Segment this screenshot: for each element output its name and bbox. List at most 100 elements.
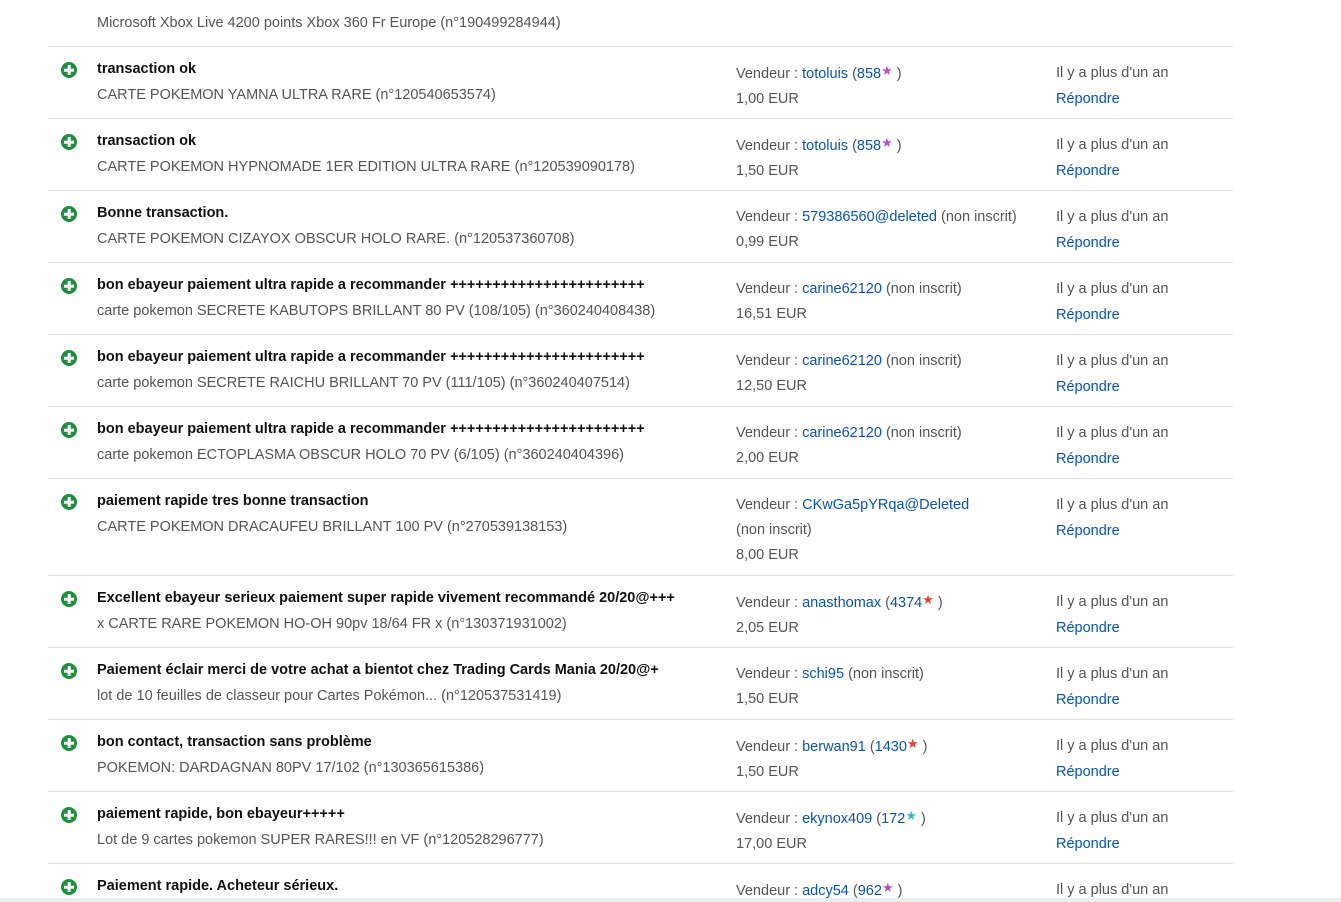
feedback-score-link[interactable]: 4374 bbox=[890, 595, 922, 611]
seller-link[interactable]: ekynox409 bbox=[802, 811, 872, 827]
seller-link[interactable]: totoluis bbox=[802, 66, 848, 82]
positive-rating-icon bbox=[61, 422, 77, 438]
seller-line: Vendeur : carine62120 (non inscrit) bbox=[736, 349, 1041, 374]
seller-link[interactable]: adcy54 bbox=[802, 883, 849, 899]
item-title: Microsoft Xbox Live 4200 points Xbox 360… bbox=[97, 15, 561, 31]
feedback-row: transaction ok CARTE POKEMON HYPNOMADE 1E… bbox=[48, 119, 1233, 191]
reply-link[interactable]: Répondre bbox=[1056, 87, 1168, 112]
horizontal-scrollbar[interactable] bbox=[0, 898, 1341, 902]
reply-link[interactable]: Répondre bbox=[1056, 375, 1168, 400]
date-reply: Il y a plus d'un an Répondre bbox=[1056, 349, 1168, 400]
reply-link[interactable]: Répondre bbox=[1056, 832, 1168, 857]
feedback-date: Il y a plus d'un an bbox=[1056, 594, 1169, 610]
feedback-row: transaction ok CARTE POKEMON YAMNA ULTRA … bbox=[48, 47, 1233, 119]
reply-link[interactable]: Répondre bbox=[1056, 159, 1168, 184]
feedback-star-icon: ★ bbox=[905, 808, 917, 823]
seller-info: Vendeur : carine62120 (non inscrit) 12,50… bbox=[736, 349, 1041, 399]
feedback-date: Il y a plus d'un an bbox=[1056, 137, 1169, 153]
seller-link[interactable]: berwan91 bbox=[802, 739, 866, 755]
reply-link[interactable]: Répondre bbox=[1056, 688, 1168, 713]
feedback-comment: Excellent ebayeur serieux paiement super… bbox=[97, 590, 675, 606]
feedback-comment: transaction ok bbox=[97, 133, 197, 149]
not-registered-label: (non inscrit) bbox=[885, 281, 962, 297]
feedback-comment: Paiement éclair merci de votre achat a b… bbox=[97, 662, 659, 678]
positive-rating-icon bbox=[61, 735, 77, 751]
seller-info: Vendeur : ekynox409 (172★ ) 17,00 EUR bbox=[736, 806, 1041, 857]
seller-line: Vendeur : anasthomax (4374★ ) bbox=[736, 592, 943, 611]
seller-line: Vendeur : ekynox409 (172★ ) bbox=[736, 808, 926, 827]
positive-rating-icon bbox=[61, 350, 77, 366]
feedback-comment: bon ebayeur paiement ultra rapide a reco… bbox=[97, 421, 645, 437]
seller-link[interactable]: anasthomax bbox=[802, 595, 881, 611]
reply-link[interactable]: Répondre bbox=[1056, 616, 1168, 641]
seller-line: Vendeur : CKwGa5pYRqa@Deleted bbox=[736, 493, 1041, 518]
seller-link[interactable]: CKwGa5pYRqa@Deleted bbox=[802, 497, 969, 513]
reply-link[interactable]: Répondre bbox=[1056, 760, 1168, 785]
feedback-score-link[interactable]: 962 bbox=[858, 883, 882, 899]
seller-link[interactable]: 579386560@deleted bbox=[802, 209, 937, 225]
feedback-row: Excellent ebayeur serieux paiement super… bbox=[48, 576, 1233, 648]
feedback-row: Paiement rapide. Acheteur sérieux.Carte … bbox=[48, 864, 1233, 902]
seller-info: Vendeur : berwan91 (1430★ ) 1,50 EUR bbox=[736, 734, 1041, 785]
feedback-date: Il y a plus d'un an bbox=[1056, 65, 1169, 81]
feedback-star-icon: ★ bbox=[881, 880, 894, 895]
feedback-page: Microsoft Xbox Live 4200 points Xbox 360… bbox=[0, 0, 1341, 902]
item-title: carte pokemon SECRETE KABUTOPS BRILLANT … bbox=[97, 303, 656, 319]
item-title: carte pokemon SECRETE RAICHU BRILLANT 70… bbox=[97, 375, 630, 391]
seller-link[interactable]: carine62120 bbox=[802, 353, 882, 369]
positive-rating-icon bbox=[61, 278, 77, 294]
positive-rating-icon bbox=[61, 494, 77, 510]
date-reply: Il y a plus d'un an Répondre bbox=[1056, 205, 1168, 256]
seller-info: Vendeur : totoluis (858★ ) 1,00 EUR bbox=[736, 61, 1041, 112]
positive-rating-icon bbox=[61, 591, 77, 607]
feedback-score-link[interactable]: 172 bbox=[881, 811, 905, 827]
item-title: x CARTE RARE POKEMON HO-OH 90pv 18/64 FR… bbox=[97, 616, 567, 632]
positive-rating-icon bbox=[61, 206, 77, 222]
date-reply: Il y a plus d'un an Répondre bbox=[1056, 493, 1168, 544]
seller-info: Vendeur : anasthomax (4374★ ) 2,05 EUR bbox=[736, 590, 1041, 641]
date-reply: Il y a plus d'un an Répondre bbox=[1056, 662, 1168, 713]
feedback-comment: bon ebayeur paiement ultra rapide a reco… bbox=[97, 349, 645, 365]
seller-link[interactable]: schi95 bbox=[802, 666, 844, 682]
seller-label: Vendeur : bbox=[736, 811, 803, 827]
item-price: 2,00 EUR bbox=[736, 450, 799, 466]
seller-info: Vendeur : schi95 (non inscrit) 1,50 EUR bbox=[736, 662, 1041, 712]
seller-link[interactable]: totoluis bbox=[802, 138, 848, 154]
feedback-comment: transaction ok bbox=[97, 61, 197, 77]
feedback-comment: bon contact, transaction sans problème bbox=[97, 734, 372, 750]
item-title: lot de 10 feuilles de classeur pour Cart… bbox=[97, 688, 562, 704]
seller-label: Vendeur : bbox=[736, 739, 803, 755]
reply-link[interactable]: Répondre bbox=[1056, 303, 1168, 328]
seller-label: Vendeur : bbox=[736, 666, 803, 682]
seller-link[interactable]: carine62120 bbox=[802, 425, 882, 441]
item-price: 1,50 EUR bbox=[736, 691, 799, 707]
reply-link[interactable]: Répondre bbox=[1056, 447, 1168, 472]
seller-label: Vendeur : bbox=[736, 66, 803, 82]
seller-info: Vendeur : CKwGa5pYRqa@Deleted (non inscri… bbox=[736, 493, 1041, 568]
item-title: CARTE POKEMON HYPNOMADE 1ER EDITION ULTR… bbox=[97, 159, 635, 175]
positive-rating-icon bbox=[61, 62, 77, 78]
feedback-score-link[interactable]: 1430 bbox=[875, 739, 907, 755]
feedback-score-link[interactable]: 858 bbox=[857, 66, 881, 82]
feedback-star-icon: ★ bbox=[881, 63, 893, 78]
seller-label: Vendeur : bbox=[736, 209, 803, 225]
positive-rating-icon bbox=[61, 807, 77, 823]
date-reply: Il y a plus d'un an Répondre bbox=[1056, 590, 1168, 641]
feedback-row: Paiement éclair merci de votre achat a b… bbox=[48, 648, 1233, 720]
seller-link[interactable]: carine62120 bbox=[802, 281, 882, 297]
seller-label: Vendeur : bbox=[736, 595, 803, 611]
seller-label: Vendeur : bbox=[736, 281, 803, 297]
feedback-comment: Bonne transaction. bbox=[97, 205, 229, 221]
feedback-date: Il y a plus d'un an bbox=[1056, 497, 1169, 513]
feedback-score-link[interactable]: 858 bbox=[857, 138, 881, 154]
feedback-row: bon contact, transaction sans problème PO… bbox=[48, 720, 1233, 792]
reply-link[interactable]: Répondre bbox=[1056, 231, 1168, 256]
feedback-row: paiement rapide tres bonne transaction CA… bbox=[48, 479, 1233, 576]
feedback-row: bon ebayeur paiement ultra rapide a reco… bbox=[48, 335, 1233, 407]
reply-link[interactable]: Répondre bbox=[1056, 519, 1168, 544]
date-reply: Il y a plus d'un an Répondre bbox=[1056, 277, 1168, 328]
item-title: Lot de 9 cartes pokemon SUPER RARES!!! e… bbox=[97, 832, 544, 848]
seller-line: Vendeur : totoluis (858★ ) bbox=[736, 135, 902, 154]
feedback-row: Bonne transaction. CARTE POKEMON CIZAYOX … bbox=[48, 191, 1233, 263]
item-price: 17,00 EUR bbox=[736, 836, 807, 852]
